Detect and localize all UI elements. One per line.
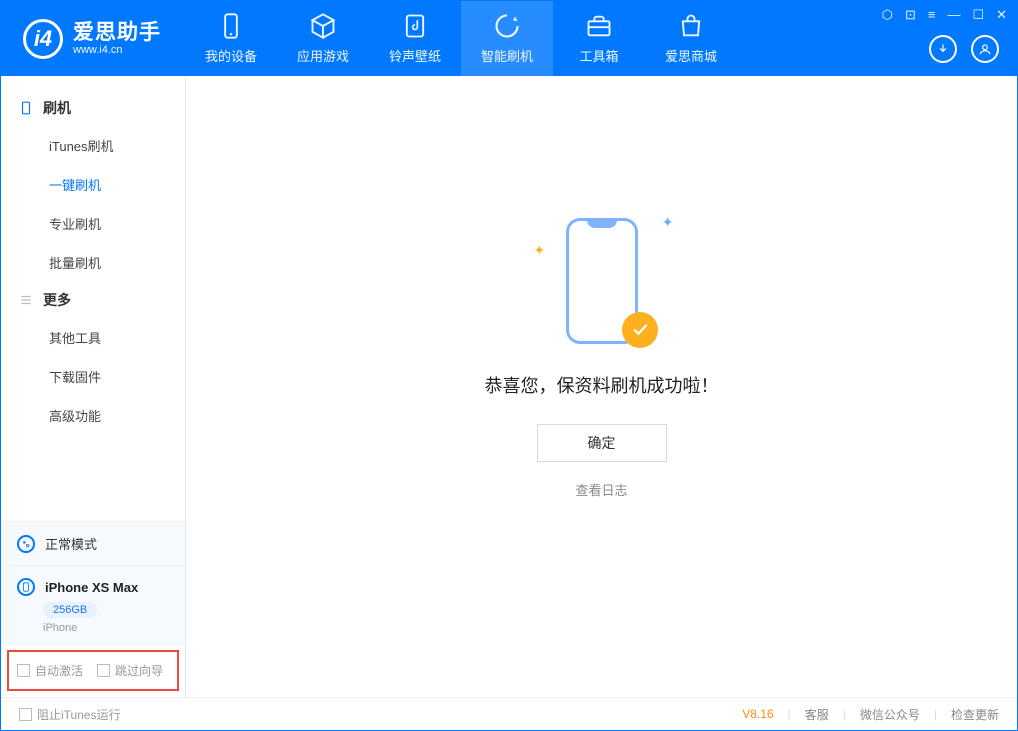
device-mode-label: 正常模式 bbox=[45, 534, 97, 553]
menu-icon[interactable]: ≡ bbox=[928, 7, 936, 23]
wechat-link[interactable]: 微信公众号 bbox=[860, 706, 920, 723]
tab-apps-games[interactable]: 应用游戏 bbox=[277, 1, 369, 76]
window-controls-top: ⬡ ⊡ ≡ — ☐ ✕ bbox=[882, 7, 1007, 23]
device-small-icon bbox=[19, 101, 33, 115]
highlighted-options: 自动激活 跳过向导 bbox=[7, 650, 179, 691]
sparkle-icon: ✦ bbox=[662, 214, 674, 231]
sidebar-item-batch-flash[interactable]: 批量刷机 bbox=[1, 243, 185, 282]
sidebar-section-more: 更多 bbox=[1, 282, 185, 318]
support-link[interactable]: 客服 bbox=[805, 706, 829, 723]
device-name: iPhone XS Max bbox=[45, 580, 138, 595]
main-content: ✦ ✦ 恭喜您，保资料刷机成功啦！ 确定 查看日志 bbox=[186, 76, 1017, 697]
sidebar-item-itunes-flash[interactable]: iTunes刷机 bbox=[1, 126, 185, 165]
shopping-bag-icon bbox=[677, 12, 705, 40]
download-button[interactable] bbox=[929, 35, 957, 63]
tab-smart-flash[interactable]: 智能刷机 bbox=[461, 1, 553, 76]
sidebar-item-advanced[interactable]: 高级功能 bbox=[1, 396, 185, 435]
sidebar-item-download-firmware[interactable]: 下载固件 bbox=[1, 357, 185, 396]
app-title: 爱思助手 bbox=[73, 21, 161, 44]
success-illustration: ✦ ✦ bbox=[552, 214, 652, 354]
success-message: 恭喜您，保资料刷机成功啦！ bbox=[485, 372, 719, 398]
view-log-link[interactable]: 查看日志 bbox=[575, 480, 627, 499]
checkbox-block-itunes[interactable]: 阻止iTunes运行 bbox=[19, 706, 121, 723]
sidebar-item-pro-flash[interactable]: 专业刷机 bbox=[1, 204, 185, 243]
user-button[interactable] bbox=[971, 35, 999, 63]
main-tabs: 我的设备 应用游戏 铃声壁纸 智能刷机 工具箱 爱思商城 bbox=[185, 1, 737, 76]
sidebar: 刷机 iTunes刷机 一键刷机 专业刷机 批量刷机 更多 其他工具 下载固件 … bbox=[1, 76, 186, 697]
check-circle-icon bbox=[622, 312, 658, 348]
download-icon bbox=[936, 42, 950, 56]
tab-store[interactable]: 爱思商城 bbox=[645, 1, 737, 76]
checkbox-skip-guide[interactable]: 跳过向导 bbox=[97, 662, 163, 679]
tab-toolbox[interactable]: 工具箱 bbox=[553, 1, 645, 76]
tab-ringtones-wallpapers[interactable]: 铃声壁纸 bbox=[369, 1, 461, 76]
checkbox-icon bbox=[19, 708, 32, 721]
checkbox-icon bbox=[97, 664, 110, 677]
sidebar-section-flash: 刷机 bbox=[1, 90, 185, 126]
lock-icon[interactable]: ⊡ bbox=[905, 7, 916, 23]
sparkle-icon: ✦ bbox=[534, 242, 546, 259]
app-header: i4 爱思助手 www.i4.cn 我的设备 应用游戏 铃声壁纸 智能刷机 bbox=[1, 1, 1017, 76]
tab-my-device[interactable]: 我的设备 bbox=[185, 1, 277, 76]
check-update-link[interactable]: 检查更新 bbox=[951, 706, 999, 723]
maximize-button[interactable]: ☐ bbox=[972, 7, 984, 23]
list-icon bbox=[19, 293, 33, 307]
ok-button[interactable]: 确定 bbox=[537, 424, 667, 462]
device-info-panel[interactable]: iPhone XS Max 256GB iPhone bbox=[1, 565, 185, 646]
minimize-button[interactable]: — bbox=[947, 7, 960, 23]
sidebar-item-other-tools[interactable]: 其他工具 bbox=[1, 318, 185, 357]
device-type: iPhone bbox=[43, 622, 169, 634]
tshirt-icon[interactable]: ⬡ bbox=[882, 7, 893, 23]
checkbox-icon bbox=[17, 664, 30, 677]
device-storage-badge: 256GB bbox=[43, 602, 97, 618]
refresh-shield-icon bbox=[493, 12, 521, 40]
device-mode-panel[interactable]: 正常模式 bbox=[1, 521, 185, 565]
app-url: www.i4.cn bbox=[73, 44, 161, 56]
music-note-icon bbox=[401, 12, 429, 40]
phone-icon bbox=[217, 12, 245, 40]
cube-icon bbox=[309, 12, 337, 40]
device-phone-icon bbox=[17, 578, 35, 596]
sidebar-item-oneclick-flash[interactable]: 一键刷机 bbox=[1, 165, 185, 204]
close-button[interactable]: ✕ bbox=[996, 7, 1007, 23]
user-icon bbox=[978, 42, 992, 56]
version-label: V8.16 bbox=[742, 707, 773, 721]
checkbox-auto-activate[interactable]: 自动激活 bbox=[17, 662, 83, 679]
status-bar: 阻止iTunes运行 V8.16 | 客服 | 微信公众号 | 检查更新 bbox=[1, 697, 1017, 730]
mode-icon bbox=[17, 535, 35, 553]
logo-icon: i4 bbox=[23, 19, 63, 59]
toolbox-icon bbox=[585, 12, 613, 40]
app-logo: i4 爱思助手 www.i4.cn bbox=[1, 19, 177, 59]
